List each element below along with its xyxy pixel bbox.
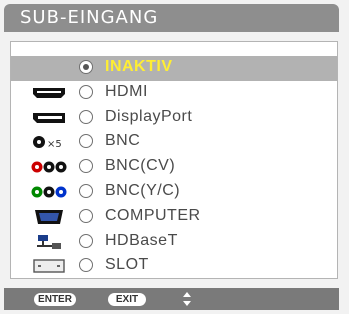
bnc-connector-icon: ×5 <box>31 134 67 150</box>
list-item-displayport[interactable]: DisplayPort <box>11 106 337 131</box>
list-item-label: SLOT <box>105 256 149 274</box>
radio-button[interactable] <box>79 159 93 174</box>
input-list: INAKTIV HDMI DisplayPort ×5 BNC BNC(CV) … <box>11 56 337 279</box>
exit-button[interactable]: EXIT <box>108 293 146 306</box>
list-item-label: BNC <box>105 132 141 150</box>
slot-card-icon <box>31 258 67 274</box>
radio-button[interactable] <box>79 109 93 124</box>
bnc-yc-connector-icon <box>31 184 67 200</box>
list-item-hdbaset[interactable]: HDBaseT <box>11 230 337 255</box>
radio-button[interactable] <box>79 84 93 99</box>
list-item-bnc-cv[interactable]: BNC(CV) <box>11 155 337 180</box>
list-item-label: DisplayPort <box>105 107 193 125</box>
list-item-hdmi[interactable]: HDMI <box>11 81 337 106</box>
displayport-icon <box>31 110 67 126</box>
input-list-panel: INAKTIV HDMI DisplayPort ×5 BNC BNC(CV) … <box>10 41 338 279</box>
radio-button[interactable] <box>79 134 93 149</box>
vga-port-icon <box>31 209 67 225</box>
list-item-bnc[interactable]: ×5 BNC <box>11 130 337 155</box>
list-item-label: INAKTIV <box>105 58 173 75</box>
list-item-label: HDBaseT <box>105 231 178 249</box>
dialog-titlebar: SUB-EINGANG <box>4 4 339 32</box>
enter-button[interactable]: ENTER <box>34 293 76 306</box>
bnc-count-text: ×5 <box>47 139 62 149</box>
bnc-cv-connector-icon <box>31 159 67 175</box>
dialog-title: SUB-EINGANG <box>20 7 159 28</box>
radio-button[interactable] <box>79 208 93 223</box>
list-item-label: HDMI <box>105 82 148 100</box>
list-item-computer[interactable]: COMPUTER <box>11 205 337 230</box>
radio-button[interactable] <box>79 60 93 74</box>
radio-button[interactable] <box>79 258 93 273</box>
hdmi-port-icon <box>31 85 67 101</box>
list-item-slot[interactable]: SLOT <box>11 254 337 279</box>
list-item-label: COMPUTER <box>105 206 201 224</box>
list-item-bnc-yc[interactable]: BNC(Y/C) <box>11 180 337 205</box>
radio-button[interactable] <box>79 183 93 198</box>
list-item-label: BNC(Y/C) <box>105 181 181 199</box>
network-icon <box>31 234 67 250</box>
radio-button[interactable] <box>79 233 93 248</box>
sub-input-dialog: SUB-EINGANG INAKTIV HDMI DisplayPort ×5 … <box>0 0 349 314</box>
list-item-label: BNC(CV) <box>105 157 176 175</box>
list-item-inaktiv[interactable]: INAKTIV <box>11 56 337 81</box>
up-down-arrows-icon <box>183 292 191 306</box>
button-guide-bar: ENTER EXIT <box>4 288 339 310</box>
